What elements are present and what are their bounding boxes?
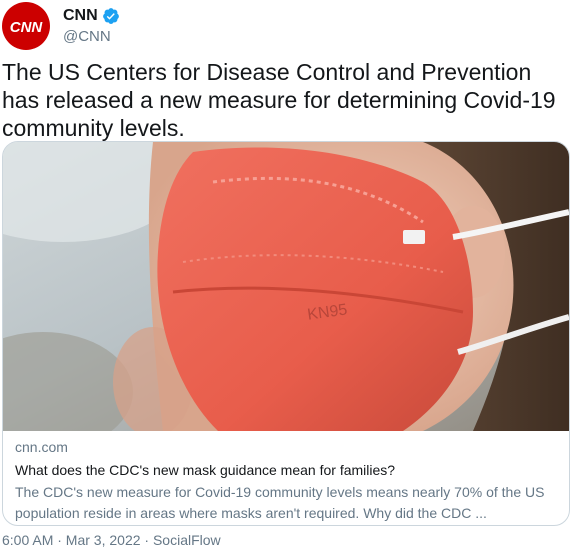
author-handle[interactable]: @CNN <box>63 28 120 45</box>
avatar[interactable]: CNN <box>2 2 50 50</box>
card-image[interactable]: KN95 <box>3 142 569 431</box>
card-domain: cnn.com <box>15 439 68 455</box>
card-description: The CDC's new measure for Covid-19 commu… <box>15 484 545 521</box>
tweet-timestamp-source[interactable]: 6:00 AM · Mar 3, 2022 · SocialFlow <box>2 532 221 548</box>
avatar-logo-text: CNN <box>10 19 44 36</box>
card-title[interactable]: What does the CDC's new mask guidance me… <box>15 459 559 481</box>
author-name[interactable]: CNN <box>63 7 98 25</box>
link-card[interactable]: KN95 cnn.com What does the CDC's new mas… <box>2 141 570 526</box>
verified-badge-icon <box>102 7 120 25</box>
tweet-header: CNN CNN @CNN <box>2 2 562 50</box>
tweet-text: The US Centers for Disease Control and P… <box>2 59 556 141</box>
